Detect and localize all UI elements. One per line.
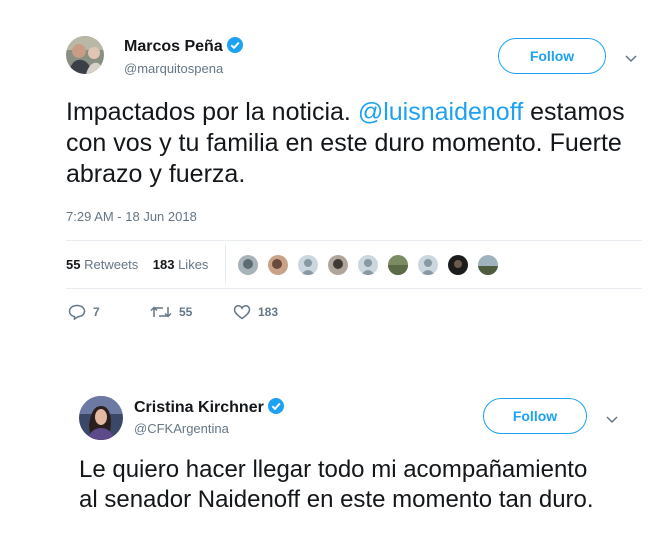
avatar[interactable]	[448, 255, 468, 275]
likes-label: Likes	[178, 257, 209, 272]
avatar[interactable]	[238, 255, 258, 275]
chevron-down-icon[interactable]	[625, 50, 637, 68]
follow-button-label: Follow	[529, 48, 575, 64]
author-handle[interactable]: @marquitospena	[124, 61, 223, 76]
avatar[interactable]	[358, 255, 378, 275]
retweets-count: 55	[66, 257, 81, 272]
retweet-count: 55	[179, 305, 193, 319]
chevron-down-icon[interactable]	[606, 411, 618, 429]
avatar[interactable]	[388, 255, 408, 275]
author-name[interactable]: Cristina Kirchner	[134, 399, 264, 416]
avatar[interactable]	[418, 255, 438, 275]
retweet-button[interactable]: 55	[150, 304, 192, 320]
retweets-label: Retweets	[84, 257, 139, 272]
heart-icon	[233, 305, 251, 320]
likes-count: 183	[152, 257, 175, 272]
likes-stat[interactable]: 183 Likes	[153, 257, 209, 272]
reply-count: 7	[93, 305, 100, 319]
avatar[interactable]	[298, 255, 318, 275]
tweet-text-part: Impactados por la noticia.	[66, 98, 358, 126]
avatar[interactable]	[268, 255, 288, 275]
verified-badge-icon	[267, 398, 284, 414]
like-count: 183	[258, 305, 279, 319]
follow-button[interactable]: Follow	[498, 38, 606, 74]
verified-badge-icon	[226, 37, 243, 53]
tweet-text: Le quiero hacer llegar todo mi acompañam…	[79, 456, 594, 513]
divider	[66, 288, 642, 289]
engagement-stats: 55 Retweets 183 Likes	[66, 257, 208, 272]
tweet-text: Impactados por la noticia. @luisnaidenof…	[66, 97, 626, 190]
author-handle[interactable]: @CFKArgentina	[134, 421, 229, 436]
retweets-stat[interactable]: 55 Retweets	[66, 257, 138, 272]
avatar[interactable]	[79, 396, 123, 440]
timestamp[interactable]: 7:29 AM - 18 Jun 2018	[66, 209, 197, 224]
mention-link[interactable]: @luisnaidenoff	[358, 98, 523, 126]
like-button[interactable]: 183	[233, 304, 278, 320]
author-name[interactable]: Marcos Peña	[124, 38, 223, 55]
follow-button-label: Follow	[512, 408, 558, 424]
reply-icon	[68, 304, 86, 320]
divider	[66, 240, 642, 241]
stats-separator	[225, 244, 226, 284]
avatar[interactable]	[66, 36, 104, 74]
avatar[interactable]	[478, 255, 498, 275]
follow-button[interactable]: Follow	[483, 398, 587, 434]
retweet-icon	[150, 306, 172, 318]
avatar[interactable]	[328, 255, 348, 275]
reply-button[interactable]: 7	[68, 304, 100, 320]
